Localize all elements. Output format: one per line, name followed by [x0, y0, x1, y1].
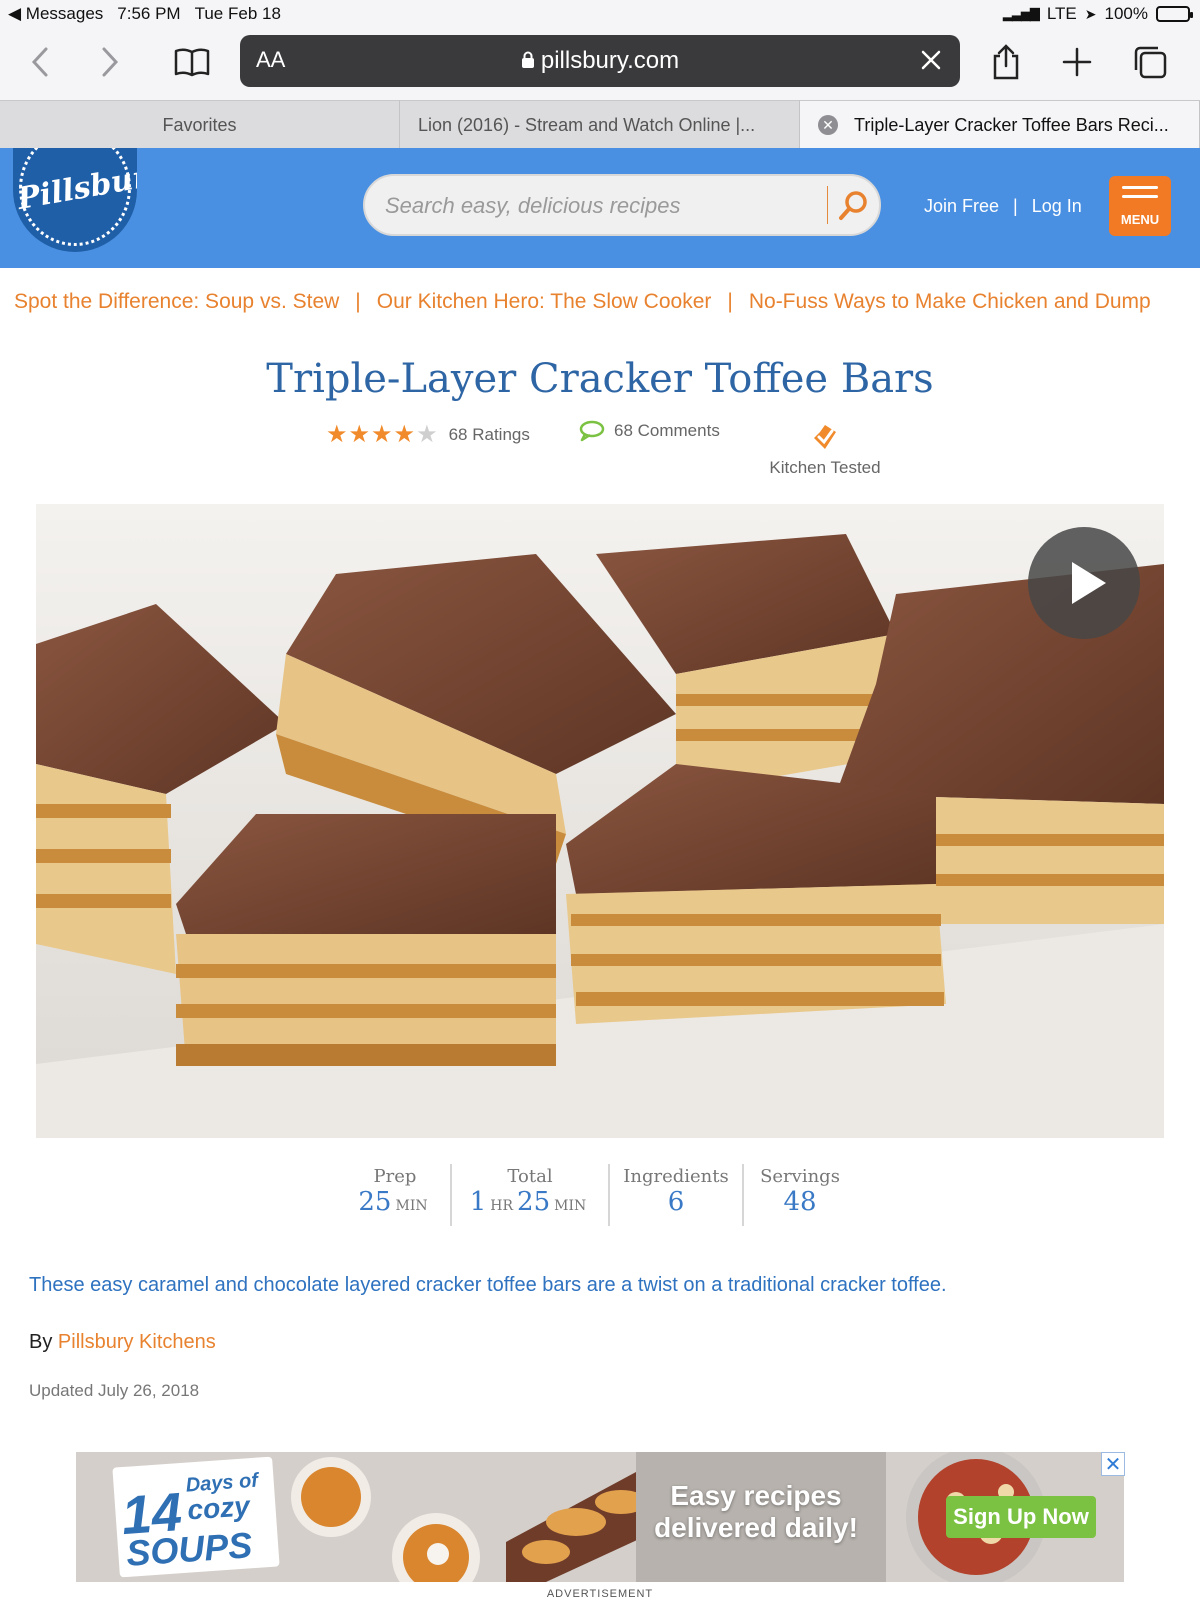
hamburger-icon — [1122, 186, 1158, 204]
lock-icon — [521, 51, 534, 68]
clear-icon[interactable] — [914, 43, 948, 77]
share-icon[interactable] — [984, 40, 1028, 84]
pillsbury-logo[interactable]: Pillsbury — [13, 148, 137, 252]
comment-icon — [579, 420, 605, 442]
log-in-link[interactable]: Log In — [1032, 196, 1082, 217]
recipe-photo[interactable] — [36, 504, 1164, 1138]
topic-separator: | — [727, 290, 733, 313]
byline-prefix: By — [29, 1331, 53, 1353]
total-label: Total — [507, 1166, 553, 1187]
advertisement-banner[interactable]: 14 Days of cozy SOUPS Easy recipes deliv… — [76, 1452, 1124, 1582]
network-label: LTE — [1046, 4, 1077, 23]
byline: By Pillsbury Kitchens — [29, 1331, 216, 1354]
tab-label: Lion (2016) - Stream and Watch Online |.… — [418, 114, 756, 135]
auth-links: Join Free | Log In — [924, 196, 1082, 217]
ad-badge-line2: cozy — [186, 1490, 251, 1526]
updated-date: Updated July 26, 2018 — [29, 1381, 200, 1400]
kitchen-tested-icon — [814, 425, 836, 449]
tab-label: Favorites — [162, 114, 237, 135]
topic-link[interactable]: Our Kitchen Hero: The Slow Cooker — [377, 290, 712, 313]
prep-label: Prep — [373, 1166, 417, 1187]
recipe-title: Triple-Layer Cracker Toffee Bars — [266, 356, 934, 402]
signal-icon: ▂▃▅▇ — [1002, 6, 1040, 21]
topic-links: Spot the Difference: Soup vs. Stew | Our K… — [14, 290, 1194, 320]
comments-count: 68 Comments — [614, 421, 720, 440]
total-hours: 1 — [469, 1187, 487, 1217]
ingredients-label: Ingredients — [623, 1166, 729, 1187]
status-date: Tue Feb 18 — [194, 4, 281, 23]
back-icon[interactable] — [18, 40, 62, 84]
tab-strip: Favorites Lion (2016) - Stream and Watch… — [0, 100, 1200, 149]
servings-label: Servings — [760, 1166, 840, 1187]
tab-label: Triple-Layer Cracker Toffee Bars Reci... — [854, 114, 1169, 135]
join-free-link[interactable]: Join Free — [924, 196, 999, 217]
browser-toolbar: AA pillsbury.com — [0, 30, 1200, 100]
toffee-bars-illustration — [36, 504, 1164, 1138]
sign-up-button[interactable]: Sign Up Now — [946, 1496, 1096, 1538]
total-time: Total 1 HR 25 MIN — [462, 1166, 598, 1217]
topic-separator: | — [355, 290, 361, 313]
new-tab-icon[interactable] — [1055, 40, 1099, 84]
menu-button[interactable]: MENU — [1109, 176, 1171, 236]
battery-icon — [1156, 6, 1193, 22]
prep-time: Prep 25 MIN — [350, 1166, 440, 1217]
search-box — [363, 174, 881, 236]
star-rating-icon: ★★★★★ — [326, 421, 439, 448]
location-icon: ➤ — [1084, 5, 1097, 22]
battery-label: 100% — [1104, 4, 1148, 23]
forward-icon[interactable] — [88, 40, 132, 84]
topic-link[interactable]: No-Fuss Ways to Make Chicken and Dump — [749, 290, 1151, 313]
back-to-app-link[interactable]: ◀ Messages — [8, 4, 103, 24]
url-text: pillsbury.com — [540, 47, 680, 74]
servings-value: 48 — [783, 1187, 817, 1217]
play-video-button[interactable] — [1028, 527, 1140, 639]
play-icon — [1072, 562, 1106, 604]
ad-badge: 14 Days of cozy SOUPS — [112, 1456, 280, 1578]
ingredients-count: Ingredients 6 — [622, 1166, 730, 1217]
auth-separator: | — [1013, 196, 1018, 216]
search-icon[interactable] — [833, 186, 873, 226]
comments-link[interactable]: 68 Comments — [578, 420, 720, 442]
search-input[interactable] — [385, 190, 815, 222]
prep-unit: MIN — [395, 1198, 428, 1214]
bookmarks-icon[interactable] — [170, 40, 214, 84]
prep-value: 25 — [358, 1187, 392, 1217]
ad-label: ADVERTISEMENT — [546, 1588, 654, 1600]
status-bar: ◀ Messages 7:56 PM Tue Feb 18 ▂▃▅▇ LTE ➤… — [0, 0, 1200, 30]
tab-favorites[interactable]: Favorites — [0, 101, 400, 149]
ingredients-value: 6 — [667, 1187, 685, 1217]
ad-headline: Easy recipes delivered daily! — [654, 1480, 858, 1543]
site-header: Pillsbury Join Free | Log In MENU — [0, 148, 1200, 268]
tab-current-recipe[interactable]: ✕ Triple-Layer Cracker Toffee Bars Reci.… — [800, 101, 1200, 149]
menu-label: MENU — [1120, 212, 1160, 227]
total-minutes-unit: MIN — [554, 1198, 587, 1214]
address-bar[interactable]: AA pillsbury.com — [240, 35, 960, 87]
rating[interactable]: ★★★★★ 68 Ratings — [326, 420, 530, 449]
kitchen-tested-label: Kitchen Tested — [769, 458, 881, 477]
stat-divider — [742, 1164, 744, 1226]
topic-link[interactable]: Spot the Difference: Soup vs. Stew — [14, 290, 339, 313]
stat-divider — [450, 1164, 452, 1226]
servings-count: Servings 48 — [756, 1166, 844, 1217]
tab-close-icon[interactable]: ✕ — [818, 115, 838, 135]
ad-badge-line3: SOUPS — [124, 1524, 254, 1574]
stat-divider — [608, 1164, 610, 1226]
total-hours-unit: HR — [490, 1198, 514, 1214]
ad-close-icon[interactable]: ✕ — [1101, 1452, 1125, 1476]
tabs-icon[interactable] — [1128, 40, 1172, 84]
status-time: 7:56 PM — [117, 4, 181, 23]
tab-lion[interactable]: Lion (2016) - Stream and Watch Online |.… — [400, 101, 800, 149]
back-app-label: Messages — [25, 4, 104, 23]
author-link[interactable]: Pillsbury Kitchens — [58, 1331, 216, 1353]
ratings-count: 68 Ratings — [448, 424, 530, 444]
total-minutes: 25 — [517, 1187, 551, 1217]
recipe-description: These easy caramel and chocolate layered… — [29, 1274, 947, 1296]
